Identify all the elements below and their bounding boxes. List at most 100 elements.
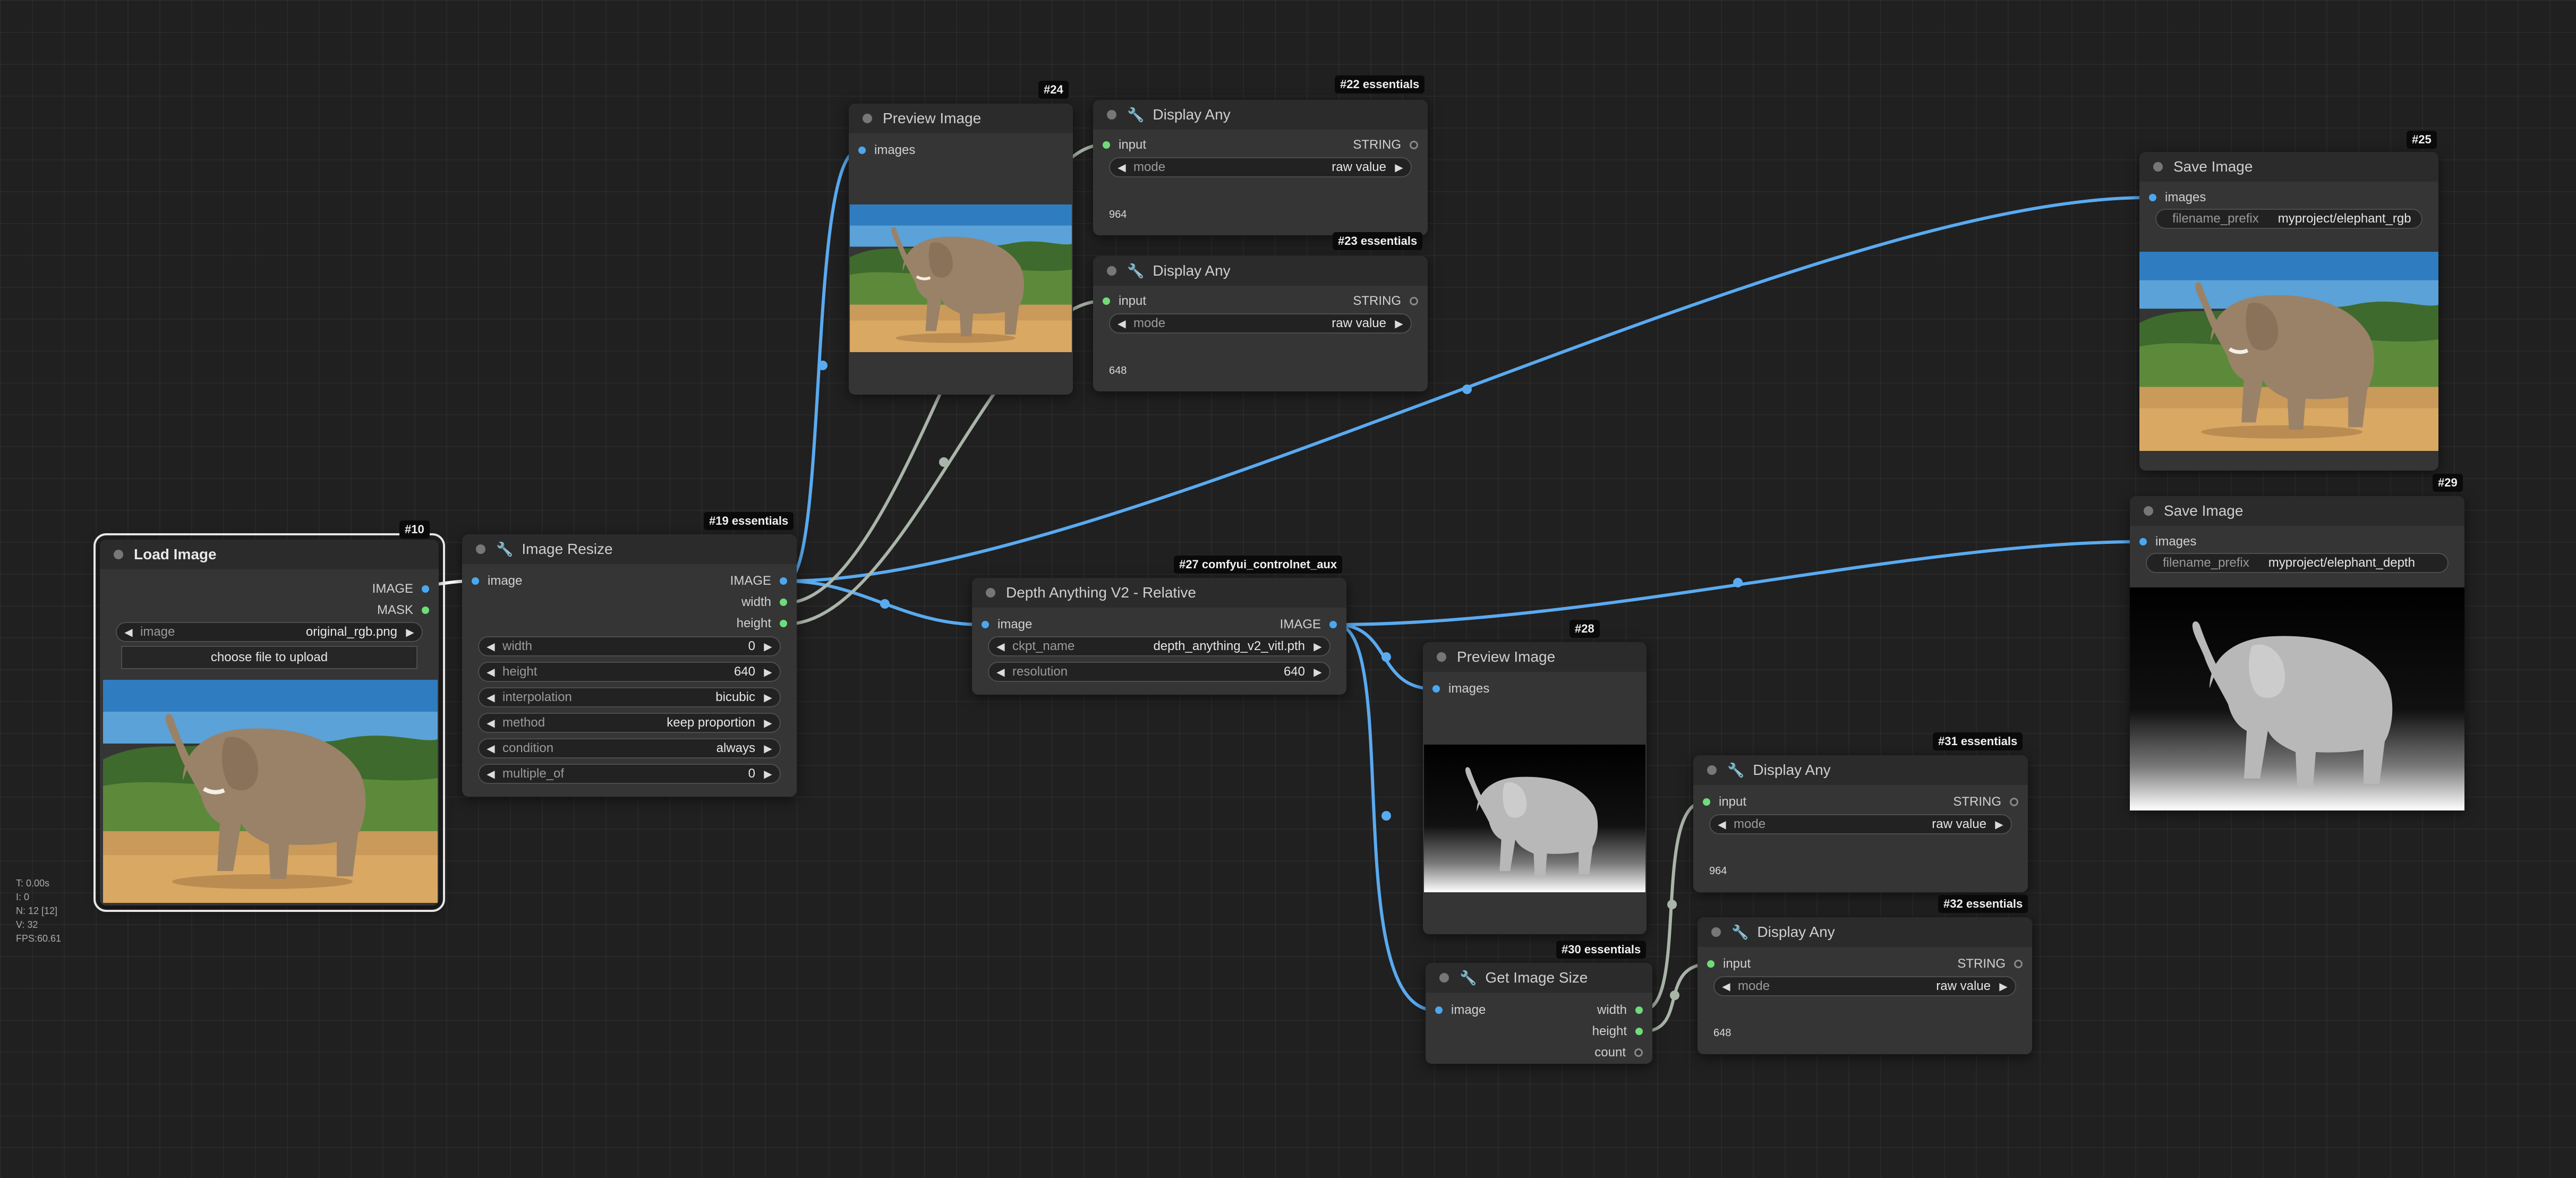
collapse-toggle[interactable]: [2144, 506, 2153, 516]
input-images[interactable]: images: [2139, 532, 2196, 551]
node-header[interactable]: 🔧 Image Resize: [462, 534, 797, 564]
input-socket[interactable]: [1432, 685, 1440, 693]
load-image-node[interactable]: Load Image IMAGE MASK ◀ image original_r…: [93, 533, 445, 912]
input-socket[interactable]: [2149, 194, 2156, 201]
input-images[interactable]: images: [2149, 188, 2206, 207]
mode-widget[interactable]: ◀ mode raw value ▶: [1713, 976, 2016, 996]
image-resize-node[interactable]: 🔧 Image Resize image IMAGE width height …: [462, 534, 797, 797]
collapse-toggle[interactable]: [1437, 652, 1446, 662]
increment-arrow-icon[interactable]: ▶: [763, 691, 773, 704]
input-socket[interactable]: [1103, 297, 1110, 305]
method-widget[interactable]: ◀ method keep proportion ▶: [478, 713, 781, 733]
output-socket[interactable]: [780, 620, 787, 627]
input-socket[interactable]: [2139, 538, 2147, 545]
increment-arrow-icon[interactable]: ▶: [1312, 665, 1323, 679]
output-count[interactable]: count: [1594, 1043, 1643, 1062]
decrement-arrow-icon[interactable]: ◀: [1721, 980, 1731, 993]
node-header[interactable]: 🔧 Display Any: [1693, 755, 2028, 785]
node-header[interactable]: 🔧 Display Any: [1093, 256, 1428, 286]
output-socket[interactable]: [422, 607, 429, 614]
collapse-toggle[interactable]: [476, 544, 485, 554]
output-socket[interactable]: [1634, 1048, 1643, 1057]
increment-arrow-icon[interactable]: ▶: [1994, 818, 2004, 831]
decrement-arrow-icon[interactable]: ◀: [1116, 161, 1127, 174]
increment-arrow-icon[interactable]: ▶: [763, 742, 773, 755]
input-socket[interactable]: [1703, 798, 1710, 806]
ckpt-name-widget[interactable]: ◀ ckpt_name depth_anything_v2_vitl.pth ▶: [988, 636, 1330, 656]
output-socket[interactable]: [2010, 798, 2018, 806]
width-widget[interactable]: ◀ width 0 ▶: [478, 636, 781, 656]
output-socket[interactable]: [2014, 960, 2023, 968]
increment-arrow-icon[interactable]: ▶: [763, 716, 773, 730]
output-socket[interactable]: [1410, 297, 1418, 305]
increment-arrow-icon[interactable]: ▶: [1312, 640, 1323, 653]
interpolation-widget[interactable]: ◀ interpolation bicubic ▶: [478, 687, 781, 707]
decrement-arrow-icon[interactable]: ◀: [485, 742, 496, 755]
input-socket[interactable]: [472, 577, 479, 585]
output-width[interactable]: width: [741, 593, 787, 612]
output-mask[interactable]: MASK: [377, 601, 429, 620]
display-any-node[interactable]: 🔧 Display Any input STRING ◀ mode raw valu…: [1698, 917, 2032, 1054]
output-string[interactable]: STRING: [1953, 792, 2018, 812]
node-header[interactable]: Load Image: [100, 540, 439, 569]
display-any-node[interactable]: 🔧 Display Any input STRING ◀ mode raw valu…: [1093, 100, 1428, 235]
decrement-arrow-icon[interactable]: ◀: [123, 626, 134, 639]
node-header[interactable]: Preview Image: [849, 104, 1073, 133]
input-input[interactable]: input: [1707, 954, 1751, 974]
depth-anything-node[interactable]: Depth Anything V2 - Relative image IMAGE…: [972, 578, 1346, 695]
increment-arrow-icon[interactable]: ▶: [1394, 161, 1404, 174]
mode-widget[interactable]: ◀ mode raw value ▶: [1709, 814, 2012, 834]
node-header[interactable]: 🔧 Get Image Size: [1426, 963, 1652, 993]
decrement-arrow-icon[interactable]: ◀: [995, 640, 1006, 653]
output-image[interactable]: IMAGE: [730, 571, 787, 591]
collapse-toggle[interactable]: [986, 588, 995, 597]
preview-image-node[interactable]: Preview Image images: [849, 104, 1073, 395]
collapse-toggle[interactable]: [1107, 266, 1116, 276]
mode-widget[interactable]: ◀ mode raw value ▶: [1109, 313, 1412, 334]
output-string[interactable]: STRING: [1353, 292, 1418, 311]
decrement-arrow-icon[interactable]: ◀: [1717, 818, 1727, 831]
collapse-toggle[interactable]: [1707, 765, 1717, 775]
condition-widget[interactable]: ◀ condition always ▶: [478, 738, 781, 758]
collapse-toggle[interactable]: [114, 550, 123, 559]
increment-arrow-icon[interactable]: ▶: [763, 665, 773, 679]
decrement-arrow-icon[interactable]: ◀: [485, 665, 496, 679]
output-socket[interactable]: [780, 599, 787, 606]
input-images[interactable]: images: [1432, 679, 1489, 698]
output-socket[interactable]: [422, 585, 429, 593]
decrement-arrow-icon[interactable]: ◀: [485, 767, 496, 781]
output-socket[interactable]: [1410, 141, 1418, 149]
collapse-toggle[interactable]: [1711, 927, 1721, 937]
output-socket[interactable]: [1329, 621, 1337, 628]
output-image[interactable]: IMAGE: [372, 579, 429, 599]
output-socket[interactable]: [1635, 1028, 1643, 1035]
output-string[interactable]: STRING: [1957, 954, 2023, 974]
increment-arrow-icon[interactable]: ▶: [1998, 980, 2009, 993]
output-height[interactable]: height: [1592, 1022, 1643, 1041]
save-image-node[interactable]: Save Image images filename_prefix myproje…: [2130, 496, 2464, 810]
input-socket[interactable]: [1103, 141, 1110, 149]
mode-widget[interactable]: ◀ mode raw value ▶: [1109, 157, 1412, 177]
node-header[interactable]: Preview Image: [1423, 642, 1647, 672]
save-image-node[interactable]: Save Image images filename_prefix myproje…: [2139, 152, 2438, 471]
decrement-arrow-icon[interactable]: ◀: [485, 691, 496, 704]
input-input[interactable]: input: [1703, 792, 1746, 812]
input-input[interactable]: input: [1103, 135, 1146, 155]
collapse-toggle[interactable]: [1439, 973, 1449, 983]
filename-prefix-field[interactable]: filename_prefix myproject/elephant_depth: [2146, 553, 2449, 573]
collapse-toggle[interactable]: [1107, 110, 1116, 119]
increment-arrow-icon[interactable]: ▶: [763, 640, 773, 653]
input-image[interactable]: image: [982, 615, 1032, 634]
image-combo-widget[interactable]: ◀ image original_rgb.png ▶: [116, 622, 423, 642]
node-header[interactable]: 🔧 Display Any: [1093, 100, 1428, 130]
input-images[interactable]: images: [858, 141, 915, 160]
output-string[interactable]: STRING: [1353, 135, 1418, 155]
multiple-of-widget[interactable]: ◀ multiple_of 0 ▶: [478, 764, 781, 784]
input-socket[interactable]: [982, 621, 989, 628]
resolution-widget[interactable]: ◀ resolution 640 ▶: [988, 662, 1330, 682]
input-image[interactable]: image: [1435, 1001, 1486, 1020]
get-image-size-node[interactable]: 🔧 Get Image Size image width height coun…: [1426, 963, 1652, 1064]
increment-arrow-icon[interactable]: ▶: [1394, 317, 1404, 330]
decrement-arrow-icon[interactable]: ◀: [1116, 317, 1127, 330]
decrement-arrow-icon[interactable]: ◀: [995, 665, 1006, 679]
